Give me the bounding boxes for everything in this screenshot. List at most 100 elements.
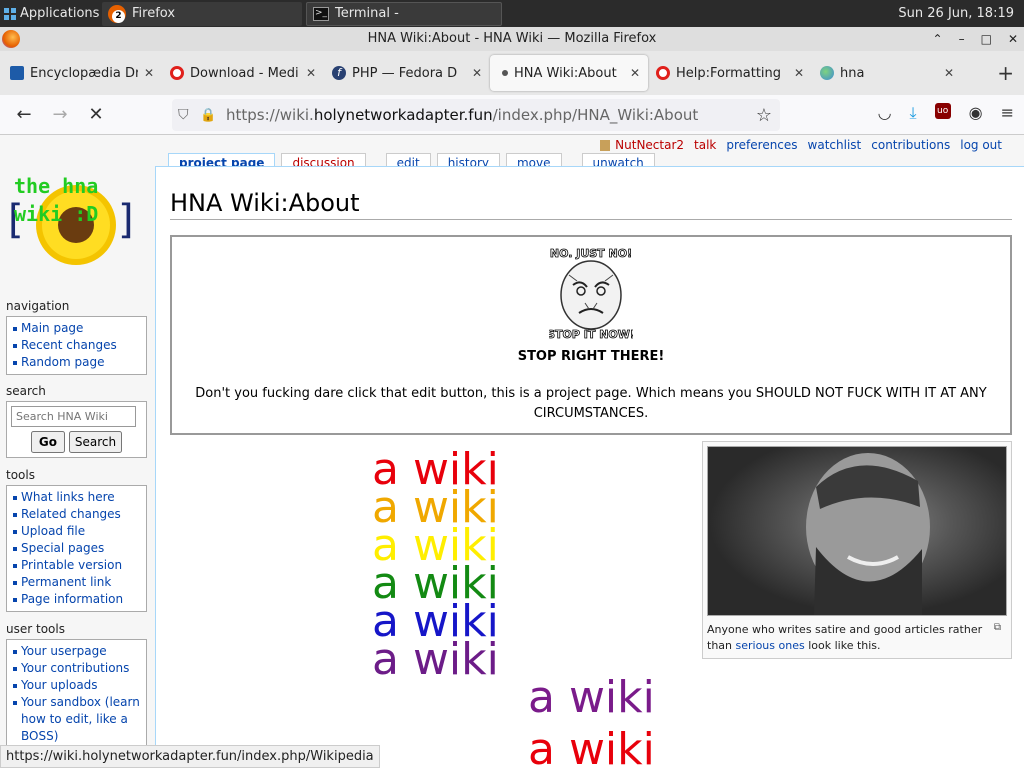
search-heading: search [6,384,46,398]
personal-tools: NutNectar2 talk preferences watchlist co… [600,138,1002,152]
thumbnail-caption: Anyone who writes satire and good articl… [707,622,1007,654]
tab-php-fedora[interactable]: f PHP — Fedora D ✕ [324,55,490,91]
sidebar-item-your-contributions[interactable]: Your contributions [11,660,142,677]
applications-label: Applications [20,6,100,21]
watchlist-link[interactable]: watchlist [808,138,862,152]
sidebar-item-upload-file[interactable]: Upload file [11,523,142,540]
url-text[interactable]: https://wiki.holynetworkadapter.fun/inde… [226,106,698,124]
ublock-icon[interactable]: uo [934,103,951,119]
sidebar-item-your-sandbox[interactable]: Your sandbox (learn how to edit, like a … [11,694,142,745]
maximize-button[interactable]: □ [981,27,992,51]
new-tab-button[interactable]: + [997,61,1014,85]
rainbow-text-line: a wiki [528,724,655,768]
hamburger-menu-icon[interactable]: ≡ [1001,103,1014,123]
portrait-silhouette [806,453,930,615]
thumbnail-figure: Anyone who writes satire and good articl… [702,441,1012,659]
logo-line-2: wiki :D [14,202,98,226]
window-count-badge: 2 [112,9,125,23]
tab-label: Download - Medi [190,65,299,81]
user-tools-heading: user tools [6,622,65,636]
rainbow-text-line: a wiki [528,672,655,723]
search-input[interactable] [11,406,136,427]
tab-label: hna [840,65,865,81]
sidebar-item-permanent-link[interactable]: Permanent link [11,574,142,591]
close-tab-icon[interactable]: ✕ [794,66,804,80]
tab-download-mediawiki[interactable]: Download - Medi ✕ [162,55,324,91]
clock[interactable]: Sun 26 Jun, 18:19 [898,6,1024,21]
contributions-link[interactable]: contributions [871,138,950,152]
user-icon [600,140,611,151]
pocket-icon[interactable]: ◡ [878,103,892,123]
forward-arrow-icon[interactable]: → [42,104,78,125]
taskbar-terminal-label: Terminal - [335,6,399,21]
tab-help-formatting[interactable]: Help:Formatting ✕ [648,55,812,91]
sidebar-item-printable-version[interactable]: Printable version [11,557,142,574]
status-bar-url: https://wiki.holynetworkadapter.fun/inde… [0,745,380,768]
logo-line-1: the hna [14,174,98,198]
url-bar[interactable]: ⛉ 🔒 https://wiki.holynetworkadapter.fun/… [172,99,780,131]
account-icon[interactable]: ◉ [969,103,983,123]
fedora-favicon-icon: f [332,66,346,80]
warning-box: NO. JUST NO! STOP IT NOW! STOP RIGHT THE… [170,235,1012,435]
downloads-icon[interactable]: ⤓ [910,103,917,123]
sidebar-item-main-page[interactable]: Main page [11,320,142,337]
search-button[interactable]: Search [68,431,123,453]
applications-icon [4,7,16,20]
tab-encyclopaedia-dramatica[interactable]: Encyclopædia Dr ✕ [2,55,162,91]
bookmark-star-icon[interactable]: ☆ [756,105,772,126]
close-tab-icon[interactable]: ✕ [944,66,954,80]
taskbar-terminal[interactable]: >_ Terminal - [306,1,502,26]
tab-label: Help:Formatting [676,65,782,81]
url-host: holynetworkadapter.fun [313,106,493,124]
sidebar-item-recent-changes[interactable]: Recent changes [11,337,142,354]
sidebar-item-your-uploads[interactable]: Your uploads [11,677,142,694]
close-tab-icon[interactable]: ✕ [630,66,640,80]
warning-message: Don't you fucking dare click that edit b… [195,386,987,421]
applications-menu[interactable]: Applications [0,0,102,27]
talk-link[interactable]: talk [694,138,716,152]
chevron-up-icon[interactable]: ⌃ [933,27,943,51]
logout-link[interactable]: log out [960,138,1002,152]
close-window-button[interactable]: ✕ [1008,27,1018,51]
tab-hna[interactable]: hna ✕ [812,55,962,91]
close-tab-icon[interactable]: ✕ [472,66,482,80]
tab-strip: Encyclopædia Dr ✕ Download - Medi ✕ f PH… [0,51,1024,95]
navigation-portlet: navigation Main page Recent changes Rand… [6,299,147,375]
tracking-shield-icon[interactable]: ⛉ [178,107,200,123]
close-tab-icon[interactable]: ✕ [306,66,316,80]
meme-bottom-text: STOP IT NOW! [549,328,633,341]
caption-text-end: look like this. [804,639,881,652]
stop-loading-icon[interactable]: ✕ [78,104,114,125]
tab-label: PHP — Fedora D [352,65,458,81]
sidebar-item-your-userpage[interactable]: Your userpage [11,643,142,660]
taskbar-firefox[interactable]: 2 Firefox [102,1,302,26]
go-button[interactable]: Go [30,431,66,453]
username: NutNectar2 [615,138,685,152]
tab-label: HNA Wiki:About [514,65,617,81]
globe-favicon-icon [820,66,834,80]
back-arrow-icon[interactable]: ← [6,104,42,125]
sidebar-item-page-information[interactable]: Page information [11,591,142,608]
opera-favicon-icon [656,66,670,80]
enlarge-icon[interactable]: ⧉ [994,620,1001,636]
serious-ones-link[interactable]: serious ones [736,639,805,652]
article-content: HNA Wiki:About NO. JUST NO! STOP IT NOW!… [155,166,1024,768]
lock-icon[interactable]: 🔒 [200,108,222,123]
minimize-button[interactable]: – [959,27,965,51]
sidebar-item-related-changes[interactable]: Related changes [11,506,142,523]
wiki-logo[interactable]: [ ] the hna wiki :D [6,163,144,289]
sidebar-item-special-pages[interactable]: Special pages [11,540,142,557]
user-link[interactable]: NutNectar2 [600,138,684,152]
gigachad-photo-image[interactable] [707,446,1007,616]
sidebar-item-what-links-here[interactable]: What links here [11,489,142,506]
url-path: /index.php/HNA_Wiki:About [492,106,699,124]
window-titlebar: HNA Wiki:About - HNA Wiki — Mozilla Fire… [0,27,1024,51]
meme-top-text: NO. JUST NO! [550,247,632,260]
sidebar-item-random-page[interactable]: Random page [11,354,142,371]
tab-hna-wiki-about[interactable]: HNA Wiki:About ✕ [490,55,648,91]
system-taskbar: Applications 2 Firefox >_ Terminal - Sun… [0,0,1024,27]
preferences-link[interactable]: preferences [726,138,797,152]
page-title: HNA Wiki:About [170,189,1012,220]
close-tab-icon[interactable]: ✕ [144,66,154,80]
tab-label: Encyclopædia Dr [30,65,138,81]
